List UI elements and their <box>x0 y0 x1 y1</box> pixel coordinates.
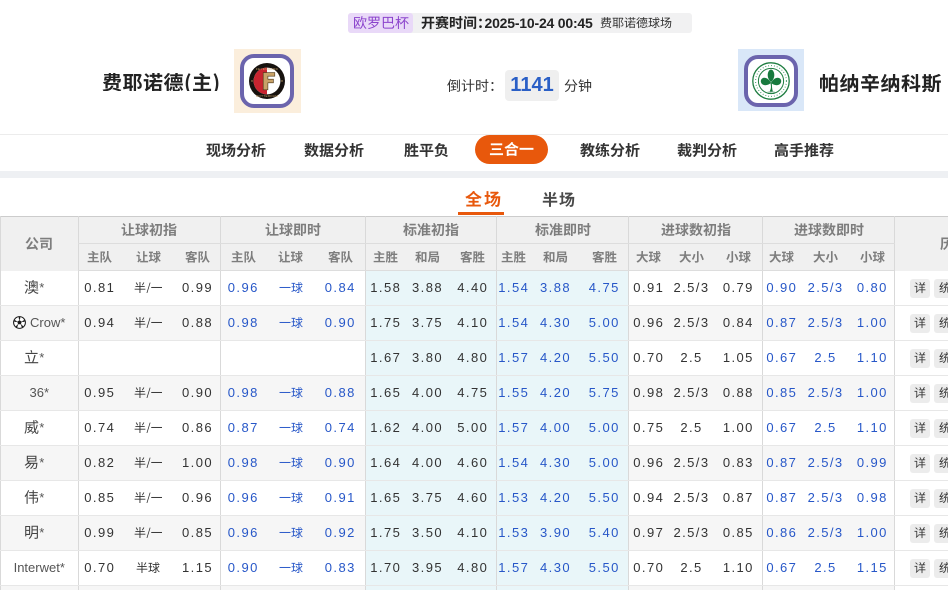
svg-text:ROTTERDAM: ROTTERDAM <box>256 94 278 98</box>
svg-text:FEYENOORD: FEYENOORD <box>256 67 279 71</box>
svg-text:1908: 1908 <box>767 91 775 95</box>
